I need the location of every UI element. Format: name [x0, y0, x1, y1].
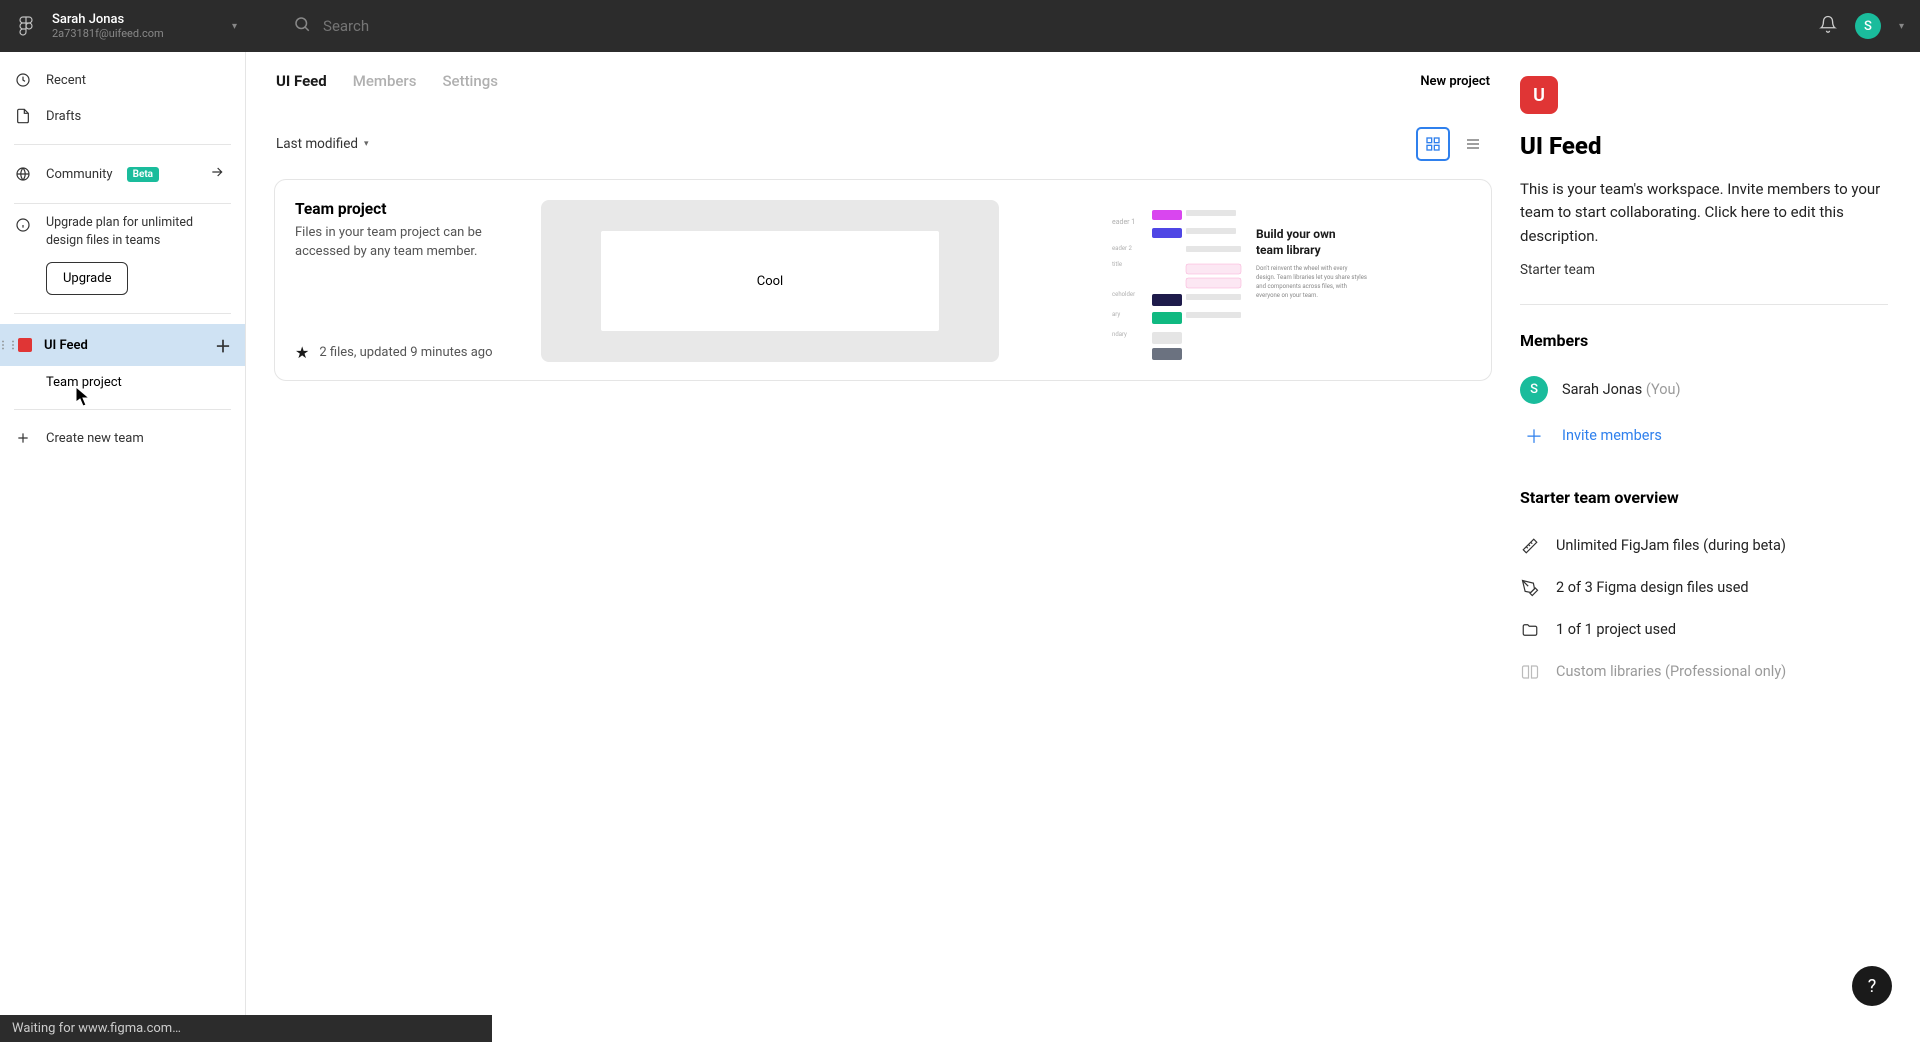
overview-item: Unlimited FigJam files (during beta) — [1520, 525, 1888, 567]
svg-text:design. Team libraries let you: design. Team libraries let you share sty… — [1256, 274, 1367, 281]
pen-icon — [1520, 579, 1540, 597]
folder-icon — [1520, 621, 1540, 639]
svg-text:everyone on your team.: everyone on your team. — [1256, 292, 1318, 299]
sidebar-item-create-team[interactable]: Create new team — [0, 420, 245, 456]
plus-icon: ＋ — [1520, 422, 1548, 450]
overview-item: Custom libraries (Professional only) — [1520, 651, 1888, 693]
project-title: Team project — [295, 200, 521, 218]
status-bar: Waiting for www.figma.com… — [0, 1015, 492, 1042]
new-project-button[interactable]: New project — [1420, 74, 1490, 89]
upgrade-button[interactable]: Upgrade — [46, 262, 128, 295]
overview-section-title: Starter team overview — [1520, 488, 1888, 507]
upgrade-text: Upgrade plan for unlimited design files … — [46, 214, 225, 250]
sidebar-item-label: Recent — [46, 73, 86, 88]
chevron-down-icon: ▾ — [364, 139, 369, 149]
file-icon — [14, 107, 32, 125]
arrow-right-icon — [209, 164, 225, 184]
beta-badge: Beta — [127, 167, 159, 182]
figma-logo-icon[interactable] — [16, 16, 36, 36]
sidebar-item-team-project[interactable]: Team project — [0, 366, 245, 399]
invite-members-button[interactable]: ＋ Invite members — [1520, 412, 1888, 460]
project-card[interactable]: Team project Files in your team project … — [274, 179, 1492, 381]
book-icon — [1520, 663, 1540, 681]
overview-item: 2 of 3 Figma design files used — [1520, 567, 1888, 609]
file-thumbnail[interactable]: eader 1 eader 2 title ceholder — [1013, 200, 1471, 362]
globe-icon — [14, 165, 32, 183]
team-plan: Starter team — [1520, 262, 1888, 278]
drag-handle-icon: ⋮⋮ — [0, 340, 18, 351]
clock-icon — [14, 71, 32, 89]
svg-text:eader 1: eader 1 — [1112, 218, 1135, 226]
user-menu[interactable]: Sarah Jonas 2a73181f@uifeed.com ▾ — [52, 12, 237, 40]
tab-settings[interactable]: Settings — [442, 72, 498, 90]
search-icon — [293, 15, 311, 37]
avatar: S — [1520, 376, 1548, 404]
tab-ui-feed[interactable]: UI Feed — [276, 72, 327, 90]
members-section-title: Members — [1520, 331, 1888, 350]
avatar[interactable]: S — [1855, 13, 1881, 39]
team-label: UI Feed — [44, 338, 88, 353]
help-button[interactable]: ? — [1852, 966, 1892, 1006]
tab-members[interactable]: Members — [353, 72, 417, 90]
overview-label: Custom libraries (Professional only) — [1556, 663, 1786, 680]
svg-text:Don't reinvent the wheel with: Don't reinvent the wheel with every — [1256, 265, 1348, 272]
info-icon — [14, 216, 32, 234]
overview-label: Unlimited FigJam files (during beta) — [1556, 537, 1786, 554]
overview-label: 2 of 3 Figma design files used — [1556, 579, 1749, 596]
ruler-icon — [1520, 537, 1540, 555]
member-name: Sarah Jonas — [1562, 381, 1642, 398]
grid-view-button[interactable] — [1416, 127, 1450, 161]
member-you-label: (You) — [1646, 381, 1681, 398]
list-view-button[interactable] — [1456, 127, 1490, 161]
sidebar-item-drafts[interactable]: Drafts — [0, 98, 245, 134]
svg-text:team library: team library — [1256, 243, 1322, 257]
svg-text:eader 2: eader 2 — [1112, 245, 1133, 252]
svg-text:ndary: ndary — [1112, 331, 1127, 338]
project-meta: 2 files, updated 9 minutes ago — [319, 345, 492, 360]
svg-text:ceholder: ceholder — [1112, 291, 1135, 298]
chevron-down-icon[interactable]: ▾ — [1899, 21, 1904, 32]
team-color-swatch — [18, 338, 32, 352]
sidebar-item-community[interactable]: Community Beta — [0, 155, 245, 193]
star-icon[interactable]: ★ — [295, 343, 309, 362]
user-name: Sarah Jonas — [52, 12, 222, 27]
overview-label: 1 of 1 project used — [1556, 621, 1676, 638]
user-email: 2a73181f@uifeed.com — [52, 27, 222, 40]
team-logo: U — [1520, 76, 1558, 114]
notifications-icon[interactable] — [1819, 15, 1837, 38]
sidebar-item-label: Drafts — [46, 109, 81, 124]
invite-label: Invite members — [1562, 427, 1662, 444]
thumbnail-label: Cool — [601, 231, 940, 331]
sidebar-item-label: Community — [46, 167, 113, 182]
sidebar-team-ui-feed[interactable]: ⋮⋮ UI Feed ＋ — [0, 324, 245, 366]
team-description[interactable]: This is your team's workspace. Invite me… — [1520, 178, 1888, 248]
plus-icon — [14, 429, 32, 447]
team-title: UI Feed — [1520, 132, 1888, 160]
project-description: Files in your team project can be access… — [295, 224, 521, 262]
sort-dropdown[interactable]: Last modified ▾ — [276, 136, 369, 152]
sort-label-text: Last modified — [276, 136, 358, 152]
overview-item: 1 of 1 project used — [1520, 609, 1888, 651]
file-thumbnail[interactable]: Cool — [541, 200, 999, 362]
svg-text:Build your own: Build your own — [1256, 227, 1336, 241]
sidebar-item-recent[interactable]: Recent — [0, 62, 245, 98]
svg-text:ary: ary — [1112, 311, 1120, 318]
svg-text:title: title — [1112, 261, 1122, 268]
chevron-down-icon: ▾ — [232, 21, 237, 32]
member-row: S Sarah Jonas (You) — [1520, 368, 1888, 412]
svg-text:and components across files, w: and components across files, with — [1256, 283, 1347, 290]
sidebar-item-label: Create new team — [46, 431, 144, 446]
plus-icon[interactable]: ＋ — [215, 333, 231, 357]
search-input[interactable] — [323, 17, 623, 35]
